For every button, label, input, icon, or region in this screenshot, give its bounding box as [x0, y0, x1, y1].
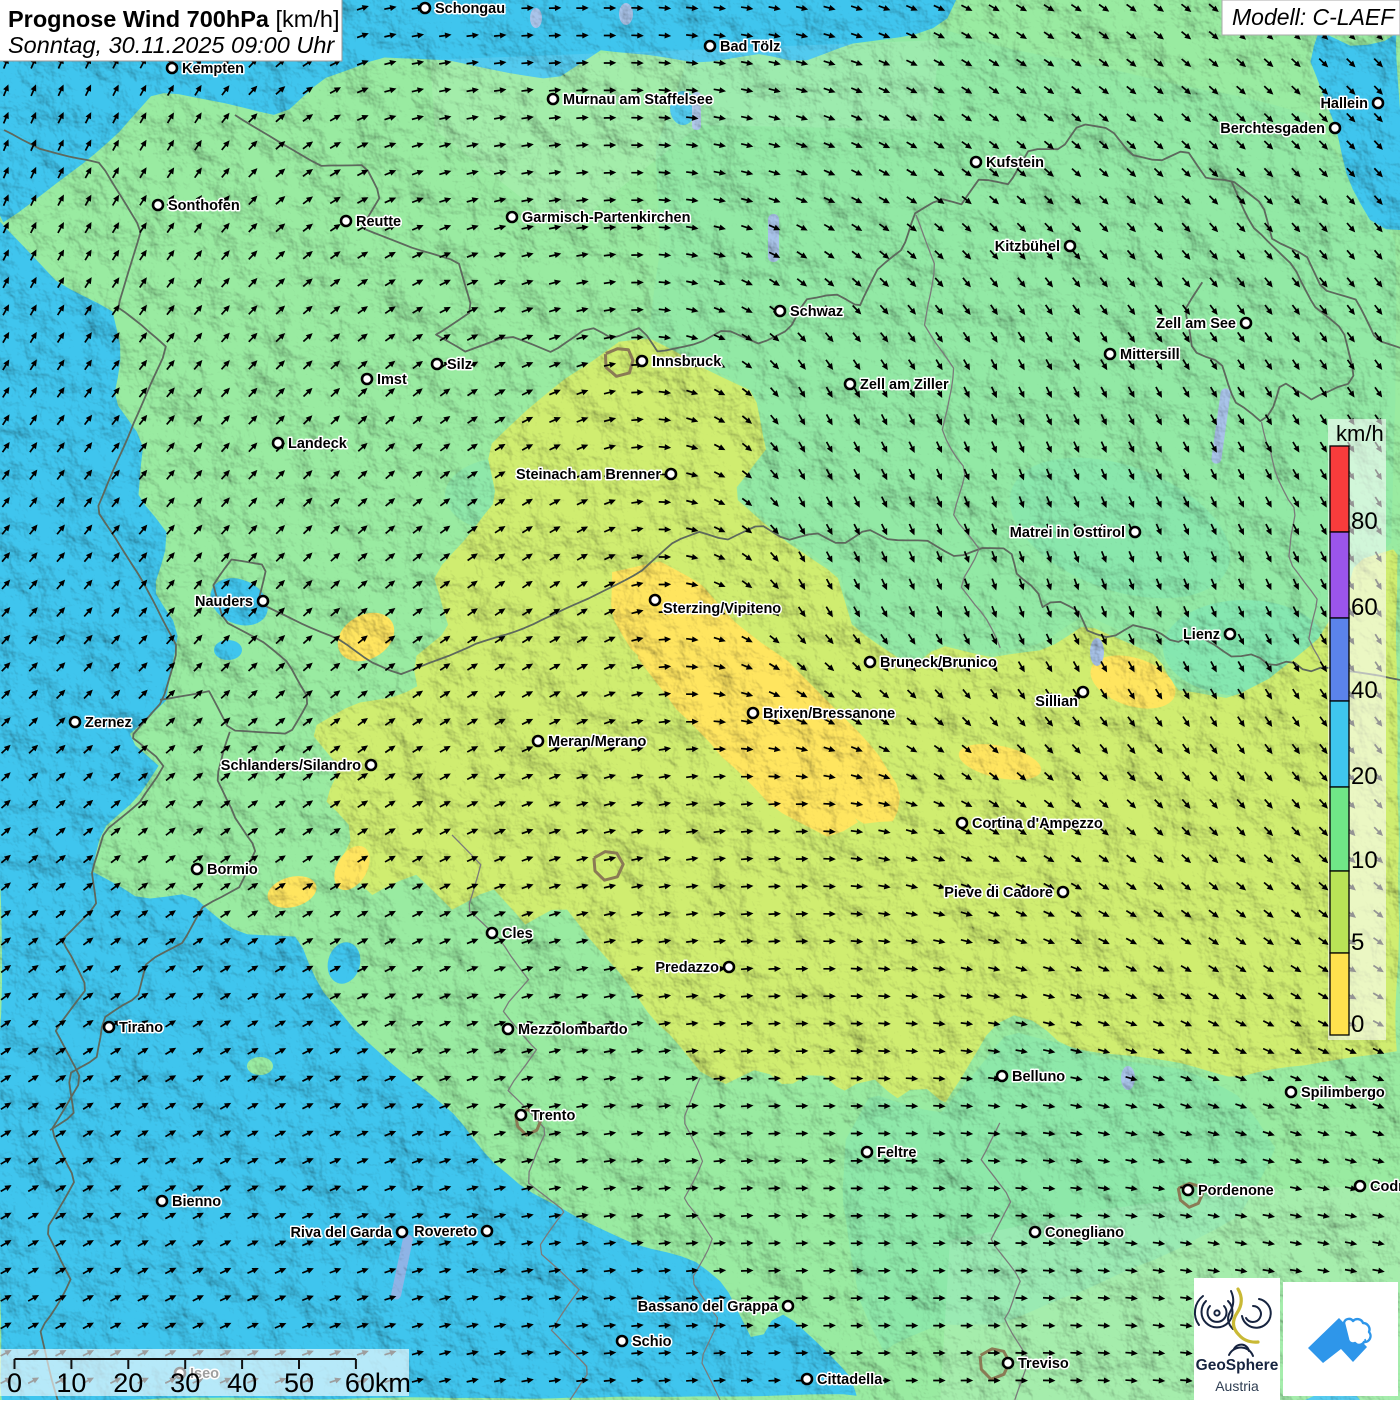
svg-text:40: 40: [227, 1368, 257, 1398]
svg-text:Treviso: Treviso: [1018, 1356, 1069, 1372]
svg-text:Cittadella: Cittadella: [817, 1372, 883, 1388]
svg-text:Berchtesgaden: Berchtesgaden: [1220, 121, 1325, 137]
svg-text:Murnau am Staffelsee: Murnau am Staffelsee: [563, 92, 713, 108]
svg-text:Tirano: Tirano: [119, 1020, 163, 1036]
svg-text:Feltre: Feltre: [877, 1145, 917, 1161]
svg-text:Schwaz: Schwaz: [790, 304, 843, 320]
svg-text:Bienno: Bienno: [172, 1194, 221, 1210]
svg-text:5: 5: [1351, 929, 1364, 956]
svg-text:20: 20: [113, 1368, 143, 1398]
svg-text:Lienz: Lienz: [1183, 627, 1220, 643]
svg-text:Meran/Merano: Meran/Merano: [548, 734, 646, 750]
svg-text:Pordenone: Pordenone: [1198, 1183, 1274, 1199]
svg-text:Innsbruck: Innsbruck: [652, 354, 722, 370]
svg-text:Codroipo: Codroipo: [1370, 1179, 1400, 1195]
svg-text:Kempten: Kempten: [182, 61, 244, 77]
svg-text:Steinach am Brenner: Steinach am Brenner: [516, 467, 661, 483]
svg-text:Predazzo: Predazzo: [655, 960, 719, 976]
svg-text:0: 0: [1351, 1011, 1364, 1038]
svg-text:GeoSphere: GeoSphere: [1196, 1357, 1279, 1374]
svg-text:Kitzbühel: Kitzbühel: [995, 239, 1060, 255]
svg-text:60: 60: [1351, 594, 1378, 621]
svg-text:Bad Tölz: Bad Tölz: [720, 39, 780, 55]
svg-text:Imst: Imst: [377, 372, 407, 388]
svg-text:10: 10: [1351, 847, 1378, 874]
svg-text:Nauders: Nauders: [195, 594, 253, 610]
svg-text:Prognose Wind 700hPa [km/h]: Prognose Wind 700hPa [km/h]: [8, 6, 339, 32]
svg-text:Schongau: Schongau: [435, 1, 505, 17]
svg-text:Schio: Schio: [632, 1334, 672, 1350]
svg-text:Cortina d'Ampezzo: Cortina d'Ampezzo: [972, 816, 1103, 832]
svg-text:Silz: Silz: [447, 357, 472, 373]
svg-text:Spilimbergo: Spilimbergo: [1301, 1085, 1385, 1101]
svg-text:Reutte: Reutte: [356, 214, 401, 230]
svg-text:Garmisch-Partenkirchen: Garmisch-Partenkirchen: [522, 210, 690, 226]
svg-text:Cles: Cles: [502, 926, 533, 942]
svg-text:Pieve di Cadore: Pieve di Cadore: [944, 885, 1053, 901]
svg-text:Hallein: Hallein: [1320, 96, 1368, 112]
svg-text:Bassano del Grappa: Bassano del Grappa: [638, 1299, 779, 1315]
svg-text:Rovereto: Rovereto: [414, 1224, 477, 1240]
svg-text:Schlanders/Silandro: Schlanders/Silandro: [221, 758, 361, 774]
svg-text:30: 30: [170, 1368, 200, 1398]
svg-text:Zell am Ziller: Zell am Ziller: [860, 377, 949, 393]
svg-text:km/h: km/h: [1336, 421, 1384, 446]
svg-text:Sonntag, 30.11.2025 09:00 Uhr: Sonntag, 30.11.2025 09:00 Uhr: [8, 32, 335, 58]
svg-text:Sterzing/Vipiteno: Sterzing/Vipiteno: [663, 601, 781, 617]
svg-text:Zernez: Zernez: [85, 715, 132, 731]
svg-text:Brixen/Bressanone: Brixen/Bressanone: [763, 706, 895, 722]
svg-text:Bormio: Bormio: [207, 862, 258, 878]
svg-text:20: 20: [1351, 763, 1378, 790]
svg-text:Landeck: Landeck: [288, 436, 348, 452]
svg-text:80: 80: [1351, 508, 1378, 535]
svg-text:Trento: Trento: [531, 1108, 575, 1124]
svg-text:Belluno: Belluno: [1012, 1069, 1065, 1085]
svg-text:0: 0: [7, 1368, 22, 1398]
svg-text:Modell: C-LAEF: Modell: C-LAEF: [1232, 4, 1396, 30]
svg-text:Conegliano: Conegliano: [1045, 1225, 1124, 1241]
svg-text:Mezzolombardo: Mezzolombardo: [518, 1022, 628, 1038]
svg-text:Riva del Garda: Riva del Garda: [290, 1225, 392, 1241]
svg-text:50: 50: [284, 1368, 314, 1398]
svg-text:Bruneck/Brunico: Bruneck/Brunico: [880, 655, 997, 671]
svg-text:10: 10: [56, 1368, 86, 1398]
svg-text:60km: 60km: [345, 1368, 411, 1398]
svg-text:Matrei in Osttirol: Matrei in Osttirol: [1010, 525, 1125, 541]
svg-text:Sonthofen: Sonthofen: [168, 198, 240, 214]
svg-text:Mittersill: Mittersill: [1120, 347, 1180, 363]
svg-text:Kufstein: Kufstein: [986, 155, 1044, 171]
svg-text:Austria: Austria: [1215, 1378, 1259, 1394]
svg-text:40: 40: [1351, 677, 1378, 704]
svg-text:Zell am See: Zell am See: [1156, 316, 1236, 332]
svg-text:Sillian: Sillian: [1035, 694, 1078, 710]
